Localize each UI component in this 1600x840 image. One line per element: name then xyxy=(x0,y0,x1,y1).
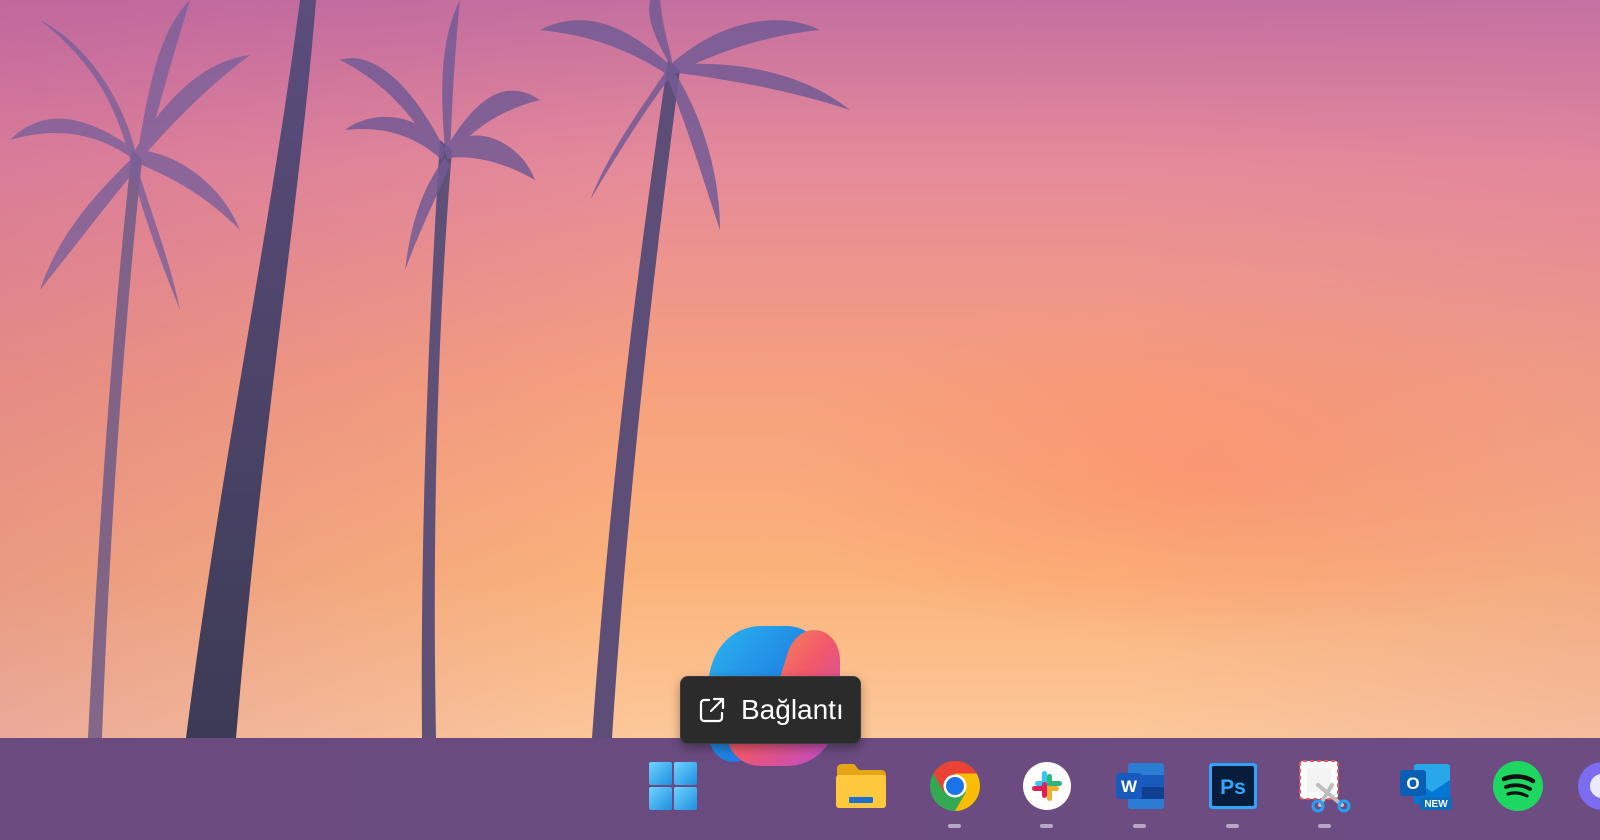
word-button[interactable]: W xyxy=(1108,754,1172,818)
app-icon xyxy=(1578,762,1600,810)
snipping-tool-icon xyxy=(1299,760,1351,813)
word-running-indicator xyxy=(1133,824,1146,828)
spotify-icon xyxy=(1493,761,1543,811)
spotify-button[interactable] xyxy=(1486,754,1550,818)
outlook-new-badge: NEW xyxy=(1424,799,1448,810)
chrome-icon xyxy=(930,761,980,811)
photoshop-running-indicator xyxy=(1226,824,1239,828)
slack-icon xyxy=(1023,762,1071,810)
link-tooltip: Bağlantı xyxy=(680,676,861,744)
slack-button[interactable] xyxy=(1015,754,1079,818)
outlook-icon: O NEW xyxy=(1400,764,1452,810)
open-external-icon xyxy=(697,695,727,725)
start-button[interactable] xyxy=(641,754,705,818)
photoshop-letters: Ps xyxy=(1220,776,1246,799)
word-letter: W xyxy=(1121,777,1138,796)
word-icon: W xyxy=(1116,763,1164,809)
outlook-letter: O xyxy=(1406,774,1419,793)
chrome-running-indicator xyxy=(948,824,961,828)
folder-icon xyxy=(836,764,886,808)
chrome-button[interactable] xyxy=(923,754,987,818)
photoshop-icon: Ps xyxy=(1209,763,1257,809)
slack-running-indicator xyxy=(1040,824,1053,828)
tooltip-label: Bağlantı xyxy=(741,694,844,725)
photoshop-button[interactable]: Ps xyxy=(1201,754,1265,818)
file-explorer-button[interactable] xyxy=(829,754,893,818)
snipping-tool-running-indicator xyxy=(1318,824,1331,828)
snipping-tool-button[interactable] xyxy=(1293,754,1357,818)
windows-logo-icon xyxy=(649,762,697,810)
partial-app-button[interactable] xyxy=(1576,754,1600,818)
outlook-button[interactable]: O NEW xyxy=(1394,754,1458,818)
